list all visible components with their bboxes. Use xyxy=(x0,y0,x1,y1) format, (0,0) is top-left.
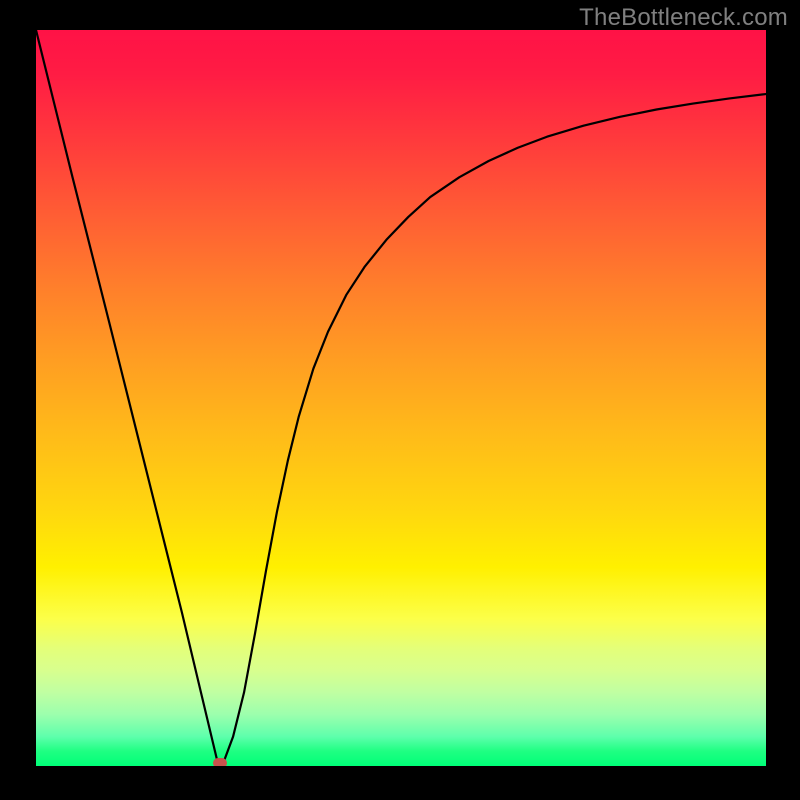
watermark-text: TheBottleneck.com xyxy=(579,4,788,32)
curve-layer xyxy=(36,30,766,766)
chart-frame: TheBottleneck.com xyxy=(0,0,800,800)
optimal-point-marker xyxy=(213,758,227,766)
bottleneck-curve xyxy=(36,30,766,766)
plot-area xyxy=(36,30,766,766)
